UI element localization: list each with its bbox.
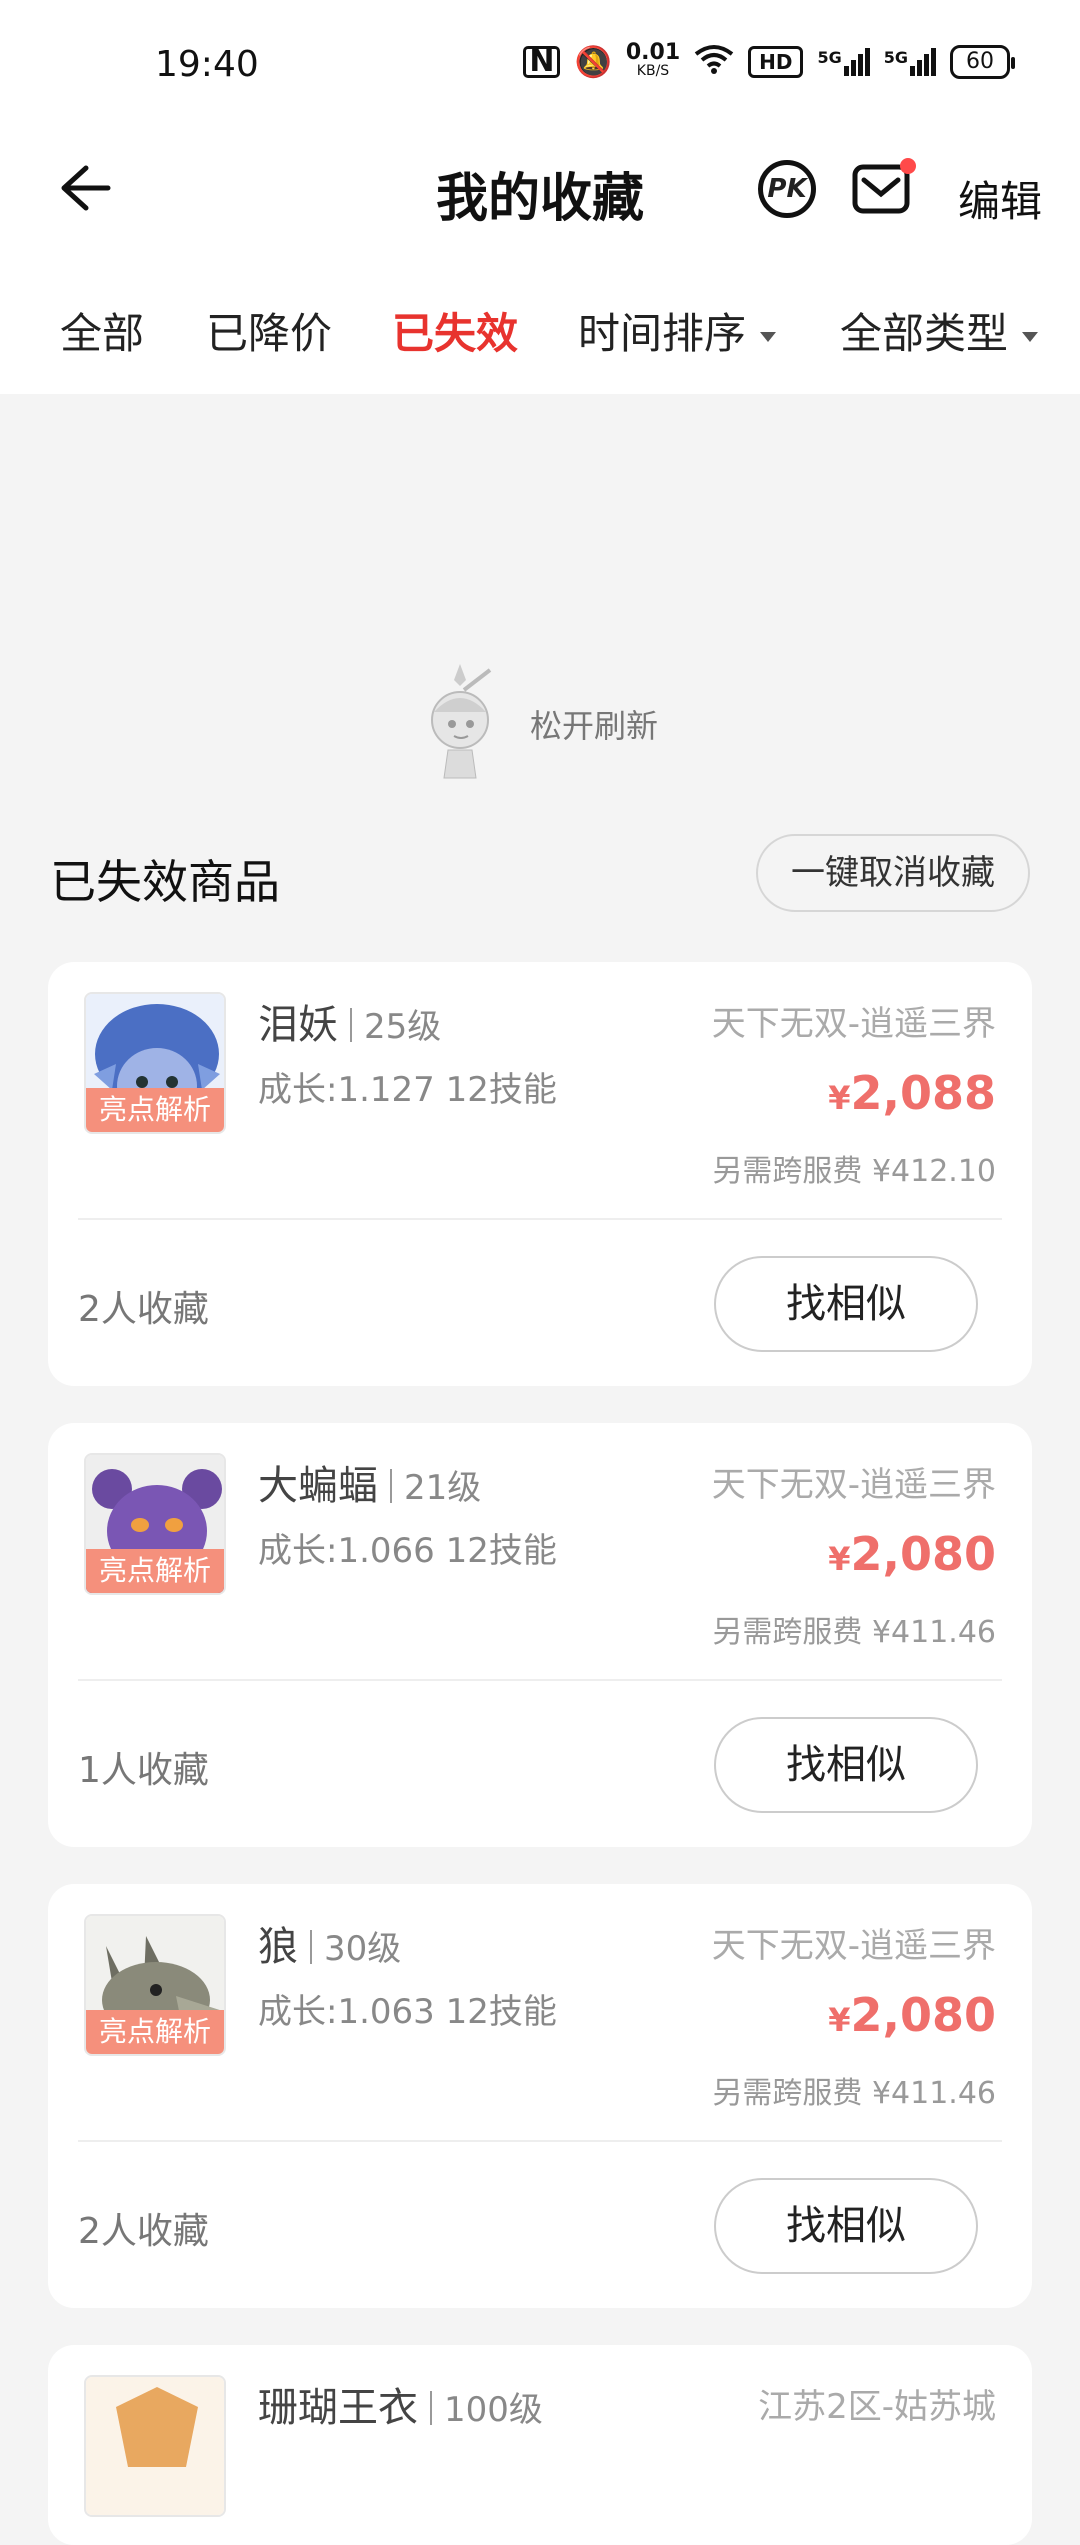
signal-label-1: 5G [817,48,842,67]
caret-down-icon [1022,331,1039,342]
item-stats: 成长:1.066 12技能 [258,1531,557,1571]
item-price: ¥2,080 [828,1988,996,2042]
tab-label: 全部 [60,309,145,358]
tab-label: 已失效 [392,309,519,358]
app-header: 我的收藏 PK 编辑 [0,130,1080,260]
favorite-item-card[interactable]: 亮点解析 狼 30级 成长:1.063 12技能 天下无双-逍遥三界 ¥2,080… [48,1884,1032,2308]
filter-tabs: 全部 已降价 已失效 时间排序 全部类型 [0,300,1080,380]
divider [350,1008,352,1042]
highlight-badge[interactable]: 亮点解析 [86,2010,224,2054]
favorite-item-card[interactable]: 珊瑚王衣 100级 江苏2区-姑苏城 [48,2345,1032,2545]
cross-server-fee: 另需跨服费 ¥411.46 [712,1615,996,1650]
signal-label-2: 5G [883,48,908,67]
hd-icon: HD [748,46,804,78]
item-price: ¥2,088 [828,1066,996,1120]
edit-button[interactable]: 编辑 [958,168,1042,229]
price-value: 2,088 [850,1066,996,1120]
item-name-text: 大蝙蝠 [258,1463,378,1509]
item-name-text: 泪妖 [258,1002,338,1048]
wifi-icon [694,44,734,80]
favorite-item-card[interactable]: 亮点解析 泪妖 25级 成长:1.127 12技能 天下无双-逍遥三界 ¥2,08… [48,962,1032,1386]
tab-label: 全部类型 [840,309,1009,358]
page-title: 我的收藏 [435,169,644,229]
item-stats: 成长:1.063 12技能 [258,1992,557,2032]
section-title: 已失效商品 [50,855,280,909]
status-time: 19:40 [155,44,259,85]
item-name: 泪妖 25级 [258,992,441,1050]
signal-icon-1: 5G [817,48,870,76]
status-icons: N 🔕 0.01 KB/S HD 5G 5G 60 [523,40,1015,80]
divider [310,1930,312,1964]
item-server: 天下无双-逍遥三界 [711,1926,996,1966]
net-speed-unit: KB/S [636,63,670,79]
tab-expired[interactable]: 已失效 [392,300,518,361]
item-name-text: 狼 [258,1924,298,1970]
item-level: 30级 [324,1929,402,1969]
status-bar: 19:40 N 🔕 0.01 KB/S HD 5G 5G 60 [0,0,1080,130]
caret-down-icon [760,331,777,342]
battery-icon: 60 [950,45,1015,79]
currency-symbol: ¥ [828,1079,851,1117]
item-name: 狼 30级 [258,1914,401,1972]
net-speed-value: 0.01 [625,40,681,65]
currency-symbol: ¥ [828,2001,851,2039]
item-server: 江苏2区-姑苏城 [758,2387,996,2427]
item-thumbnail [84,2375,226,2517]
item-thumbnail: 亮点解析 [84,1914,226,2056]
favorite-count: 2人收藏 [78,2211,209,2252]
cancel-all-favorites-button[interactable]: 一键取消收藏 [756,834,1030,912]
find-similar-button[interactable]: 找相似 [714,1717,978,1813]
favorite-count: 1人收藏 [78,1750,209,1791]
cross-server-fee: 另需跨服费 ¥412.10 [712,1154,996,1189]
favorite-count: 2人收藏 [78,1289,209,1330]
mascot-icon [431,664,492,779]
price-value: 2,080 [850,1988,996,2042]
pk-button[interactable]: PK [758,160,816,218]
item-name: 大蝙蝠 21级 [258,1453,481,1511]
item-thumbnail: 亮点解析 [84,992,226,1134]
mute-icon: 🔕 [574,44,612,80]
pull-refresh-indicator: 松开刷新 [420,660,658,788]
notification-dot [900,158,916,174]
item-stats: 成长:1.127 12技能 [258,1070,557,1110]
item-level: 21级 [404,1468,482,1508]
net-speed: 0.01 KB/S [625,40,681,80]
card-divider [78,1218,1002,1220]
item-level: 25级 [364,1007,442,1047]
item-name: 珊瑚王衣 100级 [258,2375,543,2433]
item-price: ¥2,080 [828,1527,996,1581]
currency-symbol: ¥ [828,1540,851,1578]
tab-label: 已降价 [206,309,333,358]
tab-label: 时间排序 [578,309,747,358]
tab-time-sort[interactable]: 时间排序 [578,300,777,361]
highlight-badge[interactable]: 亮点解析 [86,1549,224,1593]
item-thumbnail: 亮点解析 [84,1453,226,1595]
find-similar-button[interactable]: 找相似 [714,2178,978,2274]
favorite-item-card[interactable]: 亮点解析 大蝙蝠 21级 成长:1.066 12技能 天下无双-逍遥三界 ¥2,0… [48,1423,1032,1847]
find-similar-button[interactable]: 找相似 [714,1256,978,1352]
tab-all-types[interactable]: 全部类型 [840,300,1039,361]
divider [390,1469,392,1503]
nfc-icon: N [523,46,561,78]
item-server: 天下无双-逍遥三界 [711,1465,996,1505]
cross-server-fee: 另需跨服费 ¥411.46 [712,2076,996,2111]
item-name-text: 珊瑚王衣 [258,2385,418,2431]
tab-price-drop[interactable]: 已降价 [206,300,332,361]
tab-all[interactable]: 全部 [60,300,144,361]
item-server: 天下无双-逍遥三界 [711,1004,996,1044]
divider [430,2391,432,2425]
card-divider [78,2140,1002,2142]
card-divider [78,1679,1002,1681]
signal-icon-2: 5G [884,48,936,76]
item-level: 100级 [444,2390,543,2430]
message-button[interactable] [852,158,916,214]
price-value: 2,080 [850,1527,996,1581]
refresh-text: 松开刷新 [530,707,659,745]
highlight-badge[interactable]: 亮点解析 [86,1088,224,1132]
